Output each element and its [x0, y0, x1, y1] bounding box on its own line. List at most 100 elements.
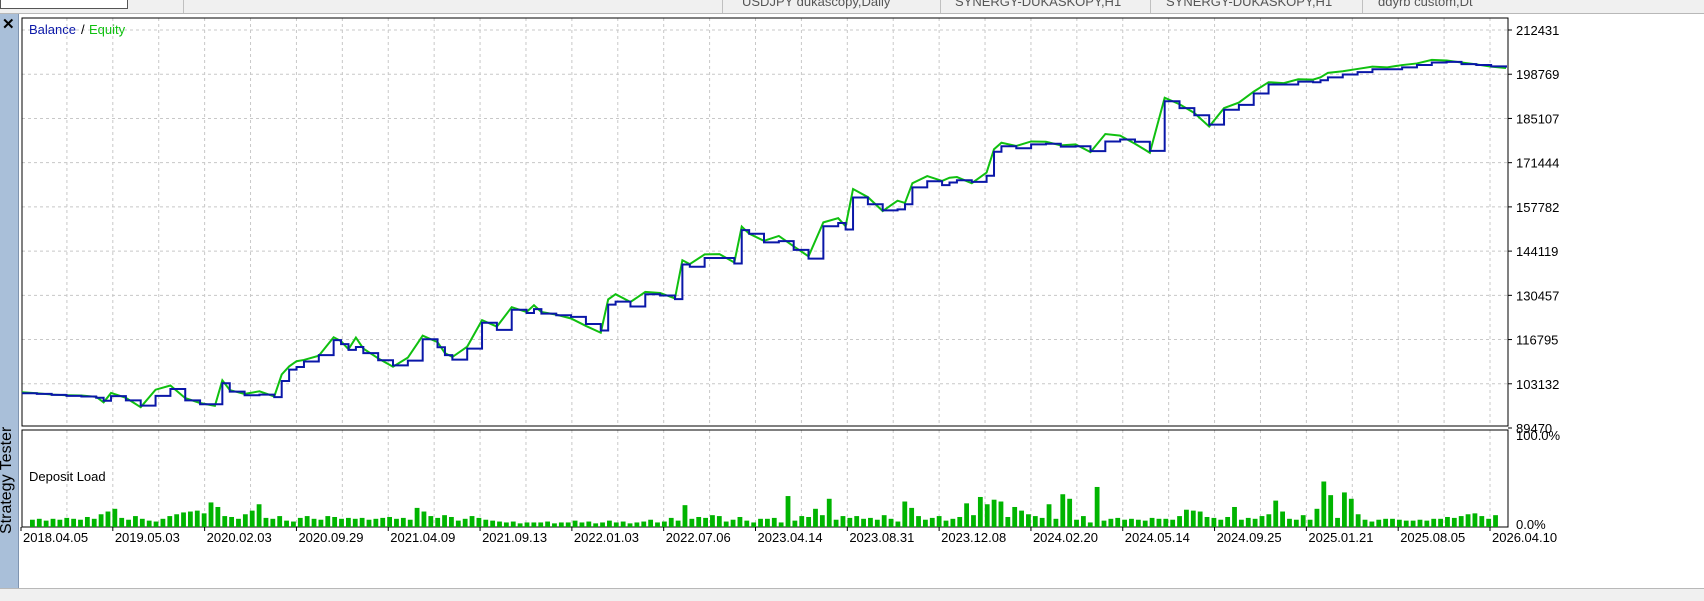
- deposit-load-bar: [641, 521, 647, 527]
- x-axis-labels: 2018.04.05 2019.05.03 2020.02.03 2020.09.29…: [20, 527, 1557, 545]
- deposit-load-bar: [682, 505, 688, 527]
- deposit-load-bar: [620, 521, 626, 527]
- deposit-load-bar: [201, 513, 207, 527]
- tester-graph: 212431 198769 185107 171444 157782 144119 1304…: [20, 17, 1561, 545]
- deposit-load-bar: [373, 518, 379, 527]
- deposit-load-bar: [174, 514, 180, 527]
- deposit-load-bar: [1218, 519, 1224, 527]
- y-tick-label: 116795: [1516, 333, 1558, 348]
- deposit-load-bar: [1348, 498, 1354, 527]
- x-tick-label: 2025.01.21: [1308, 530, 1373, 545]
- deposit-load-bar: [600, 522, 605, 527]
- deposit-load-bar: [1458, 516, 1464, 527]
- deposit-load-bar: [593, 523, 599, 527]
- x-tick-label: 2026.04.10: [1492, 530, 1557, 545]
- deposit-load-bar: [998, 501, 1004, 527]
- deposit-load-bar: [552, 523, 557, 527]
- deposit-load-bar: [675, 520, 681, 527]
- deposit-load-bar: [1067, 498, 1073, 527]
- deposit-load-bar: [64, 517, 70, 527]
- deposit-load-bar: [758, 518, 763, 527]
- deposit-load-bar: [538, 522, 544, 527]
- deposit-load-bar: [277, 516, 283, 527]
- deposit-load-bar: [586, 521, 592, 527]
- deposit-load-bar: [703, 517, 708, 527]
- deposit-load-bar: [1287, 518, 1292, 527]
- deposit-load-bar: [1211, 517, 1217, 527]
- deposit-load-bar: [1142, 520, 1148, 527]
- deposit-load-bar: [1445, 516, 1450, 527]
- deposit-load-bar: [1252, 518, 1258, 527]
- deposit-load-bar: [414, 507, 420, 527]
- deposit-load-bar: [950, 518, 956, 527]
- deposit-load-bar: [1280, 511, 1285, 527]
- deposit-load-bar: [1369, 521, 1375, 527]
- deposit-load-bar: [696, 516, 702, 527]
- deposit-load-bar: [716, 516, 722, 527]
- deposit-load-bar: [799, 516, 805, 527]
- deposit-load-bar: [1390, 518, 1395, 527]
- deposit-load-bar: [929, 517, 935, 527]
- deposit-load-bar: [689, 518, 695, 527]
- deposit-chart-frame: [21, 429, 1509, 528]
- deposit-load-bar: [236, 518, 241, 527]
- deposit-load-bar: [902, 501, 908, 527]
- deposit-load-bar: [1335, 517, 1340, 527]
- deposit-load-bar: [984, 504, 990, 527]
- deposit-load-bar: [1355, 514, 1361, 527]
- deposit-load-bar: [1486, 518, 1492, 527]
- deposit-load-bar: [744, 520, 750, 527]
- deposit-load-bar: [167, 516, 173, 527]
- deposit-load-bar: [1300, 515, 1306, 527]
- deposit-load-bar: [785, 496, 791, 527]
- deposit-load-bar: [895, 521, 901, 527]
- deposit-load-bar: [1039, 517, 1045, 527]
- deposit-load-bar: [778, 522, 784, 527]
- deposit-load-bar: [737, 516, 743, 527]
- deposit-load-bar: [339, 518, 344, 527]
- deposit-load-bar: [421, 511, 427, 527]
- deposit-load-bar: [655, 522, 660, 527]
- deposit-load-bar: [181, 512, 186, 527]
- deposit-load-bar: [1493, 515, 1498, 527]
- deposit-load-bar: [1293, 519, 1299, 527]
- deposit-load-bar: [1074, 519, 1079, 527]
- deposit-load-bar: [648, 519, 654, 527]
- deposit-load-bar: [531, 522, 537, 527]
- deposit-load-bar: [1163, 518, 1169, 527]
- deposit-load-bar: [730, 519, 736, 527]
- deposit-load-bar: [1053, 518, 1059, 527]
- deposit-load-bar: [84, 516, 90, 527]
- deposit-load-bar: [1184, 509, 1189, 527]
- deposit-load-bar: [30, 519, 35, 527]
- y-tick-label: 130457: [1516, 288, 1559, 303]
- deposit-load-bar: [71, 518, 77, 527]
- deposit-load-bar: [1197, 511, 1203, 527]
- deposit-load-bar: [476, 517, 482, 527]
- x-tick-label: 2024.02.20: [1033, 530, 1098, 545]
- deposit-load-bar: [1479, 516, 1485, 527]
- chart-frames: [21, 17, 1509, 528]
- balance-line: [22, 60, 1507, 407]
- deposit-load-bar: [469, 516, 475, 527]
- deposit-load-bar: [1149, 517, 1155, 527]
- bottom-tab-bar: [0, 588, 1704, 601]
- deposit-load-bar: [242, 514, 248, 527]
- deposit-load-bar: [1232, 506, 1237, 527]
- deposit-load-bar: [847, 517, 853, 527]
- deposit-load-bar: [318, 519, 324, 527]
- deposit-load-bar: [263, 517, 269, 527]
- deposit-load-bar: [1342, 492, 1347, 527]
- deposit-load-bar: [1362, 519, 1368, 527]
- deposit-load-bar: [751, 522, 757, 527]
- deposit-load-bar: [36, 518, 42, 527]
- deposit-load-bar: [922, 519, 928, 527]
- deposit-load-bar: [710, 515, 715, 527]
- deposit-load-bar: [1190, 510, 1196, 527]
- deposit-load-bar: [442, 515, 447, 527]
- deposit-load-bar: [792, 520, 798, 527]
- deposit-load-bar: [352, 518, 358, 527]
- x-tick-label: 2019.05.03: [115, 530, 180, 545]
- deposit-load-bar: [771, 517, 777, 527]
- deposit-load-bar: [806, 516, 812, 527]
